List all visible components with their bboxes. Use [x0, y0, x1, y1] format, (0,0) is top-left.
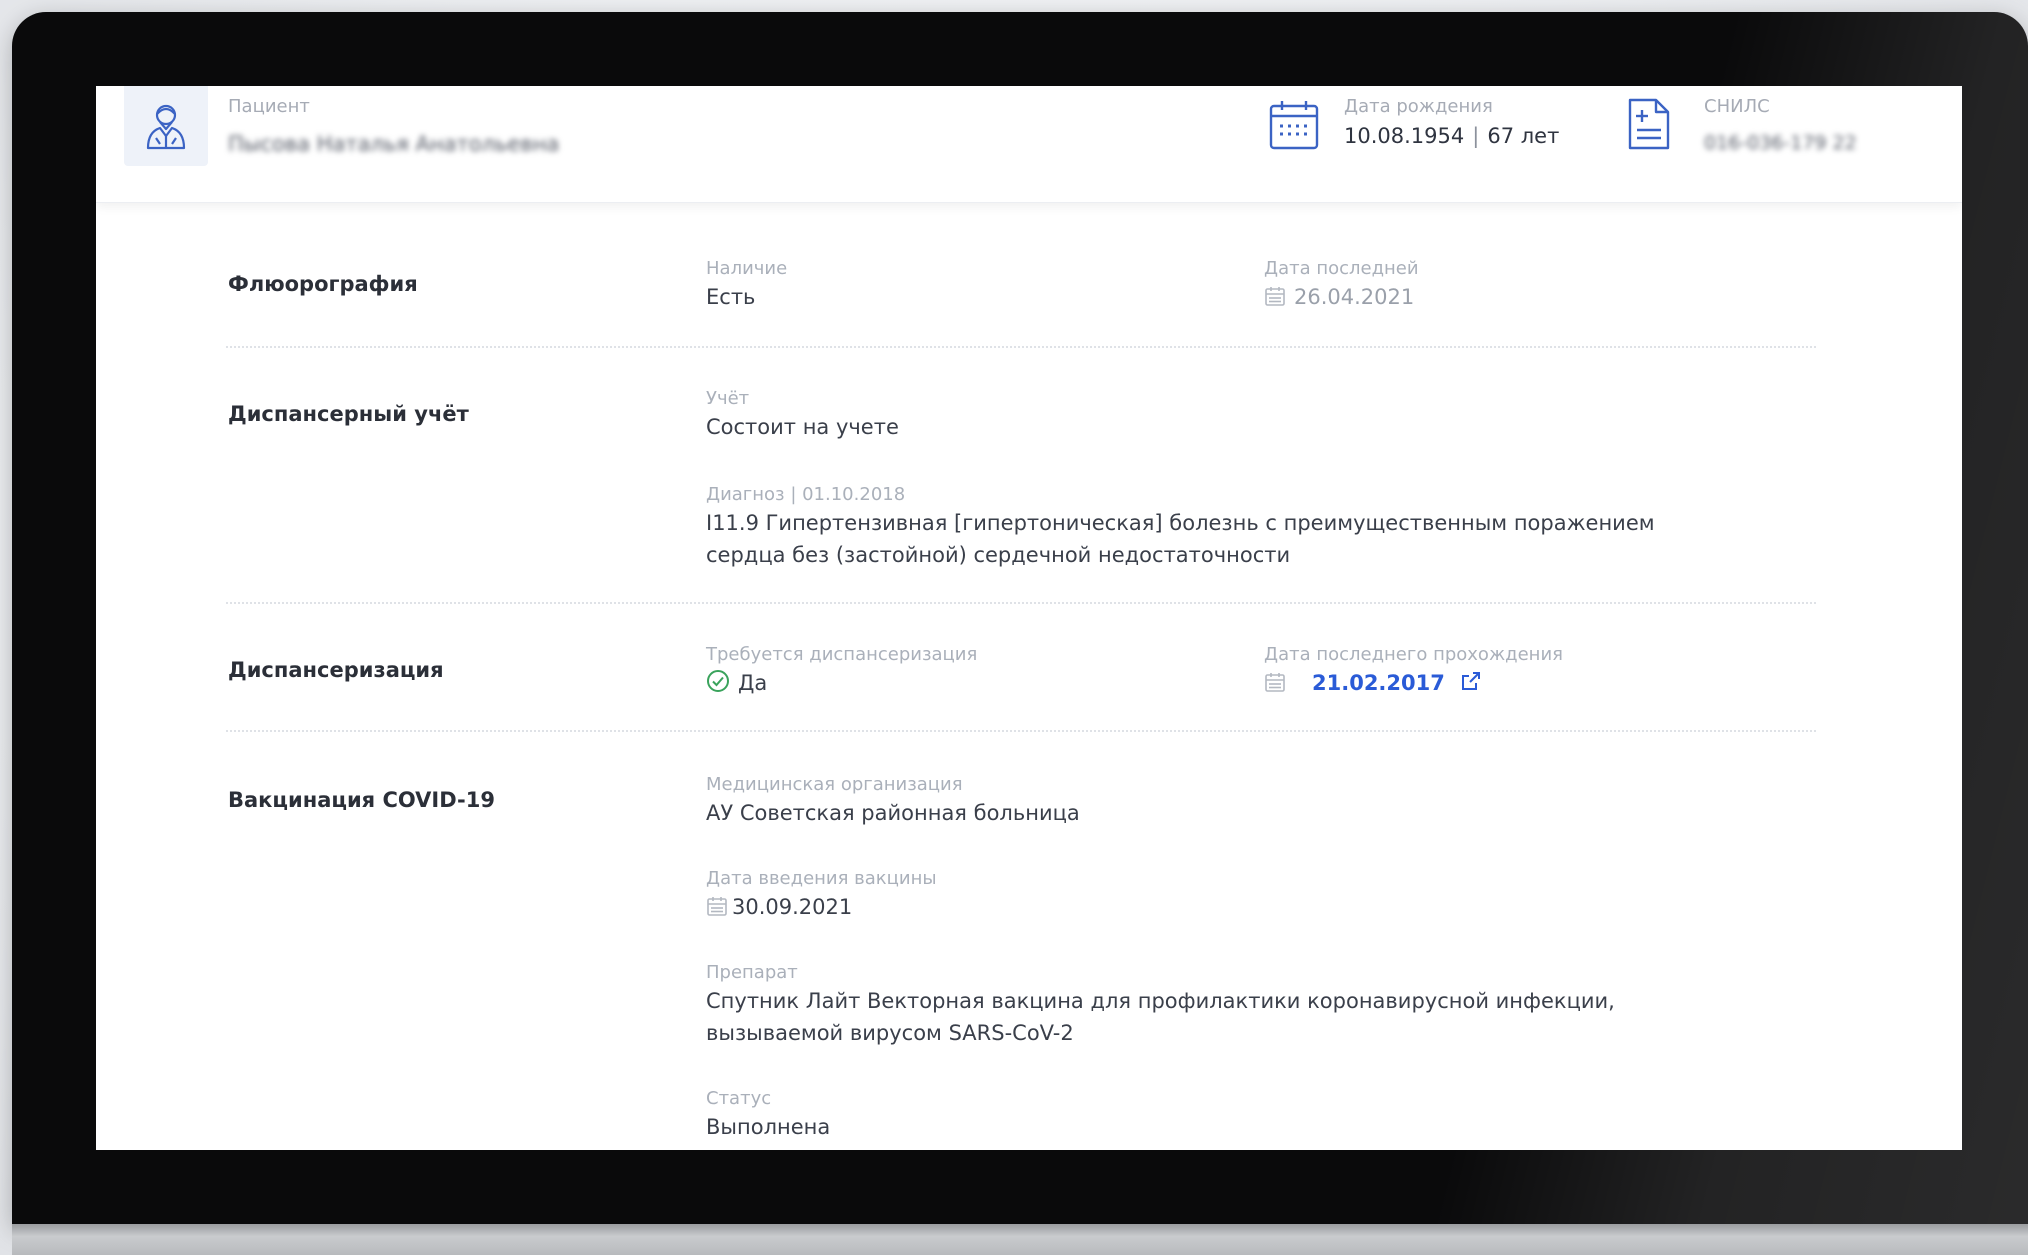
- medical-document-icon: [1628, 98, 1670, 150]
- app-screen: Пациент Пысова Наталья Анатольевна Дата …: [96, 86, 1962, 1150]
- required-label: Требуется диспансеризация: [706, 644, 978, 665]
- birth-date-value: 10.08.1954 | 67 лет: [1344, 124, 1559, 148]
- diagnosis-label: Диагноз | 01.10.2018: [706, 484, 906, 505]
- patient-name: Пысова Наталья Анатольевна: [228, 132, 560, 156]
- vaccine-date: 30.09.2021: [732, 895, 853, 919]
- patient-label: Пациент: [228, 96, 310, 117]
- last-pass-date-link[interactable]: 21.02.2017: [1312, 671, 1445, 695]
- external-link-icon[interactable]: [1460, 670, 1482, 692]
- account-label: Учёт: [706, 388, 750, 409]
- section-title-fluorography: Флюорография: [228, 272, 418, 296]
- last-pass-label: Дата последнего прохождения: [1264, 644, 1563, 665]
- drug-label: Препарат: [706, 962, 798, 983]
- section-title-dispensary-account: Диспансерный учёт: [228, 402, 469, 426]
- calendar-small-icon: [707, 897, 727, 916]
- last-pass-value: 21.02.2017: [1264, 668, 1482, 699]
- birth-date: 10.08.1954: [1344, 124, 1465, 148]
- birth-date-label: Дата рождения: [1344, 96, 1493, 117]
- section-title-vaccination: Вакцинация COVID-19: [228, 788, 495, 812]
- patient-age: 67 лет: [1487, 124, 1560, 148]
- snils-label: СНИЛС: [1704, 96, 1770, 117]
- vaccine-date-value: 30.09.2021: [706, 892, 852, 923]
- diagnosis-line-2: сердца без (застойной) сердечной недоста…: [706, 543, 1291, 567]
- patient-avatar: [124, 86, 208, 166]
- section-divider: [226, 730, 1816, 732]
- required-value: Да: [706, 668, 767, 699]
- required-answer: Да: [738, 671, 768, 695]
- account-value: Состоит на учете: [706, 415, 899, 439]
- presence-value: Есть: [706, 285, 756, 309]
- snils-value: 016-036-179 22: [1704, 132, 1857, 154]
- calendar-icon: [1269, 101, 1319, 150]
- last-fluorography-date: 26.04.2021: [1294, 285, 1415, 309]
- calendar-small-icon: [1265, 673, 1285, 692]
- monitor-chin: [12, 1224, 2028, 1255]
- separator: |: [1472, 124, 1480, 148]
- section-divider: [226, 346, 1816, 348]
- diagnosis-line-1: I11.9 Гипертензивная [гипертоническая] б…: [706, 511, 1655, 535]
- status-label: Статус: [706, 1088, 772, 1109]
- drug-line-1: Спутник Лайт Векторная вакцина для профи…: [706, 989, 1615, 1013]
- org-value: АУ Советская районная больница: [706, 801, 1080, 825]
- vaccine-date-label: Дата введения вакцины: [706, 868, 937, 889]
- check-circle-icon: [707, 670, 729, 692]
- calendar-small-icon: [1265, 287, 1285, 306]
- section-title-dispensarization: Диспансеризация: [228, 658, 444, 682]
- last-fluorography-value: 26.04.2021: [1264, 282, 1414, 313]
- last-fluorography-label: Дата последней: [1264, 258, 1419, 279]
- presence-label: Наличие: [706, 258, 788, 279]
- patient-header: Пациент Пысова Наталья Анатольевна Дата …: [96, 86, 1962, 203]
- doctor-avatar-icon: [146, 104, 186, 150]
- section-divider: [226, 602, 1816, 604]
- drug-line-2: вызываемой вирусом SARS-CoV-2: [706, 1021, 1074, 1045]
- status-value: Выполнена: [706, 1115, 831, 1139]
- org-label: Медицинская организация: [706, 774, 963, 795]
